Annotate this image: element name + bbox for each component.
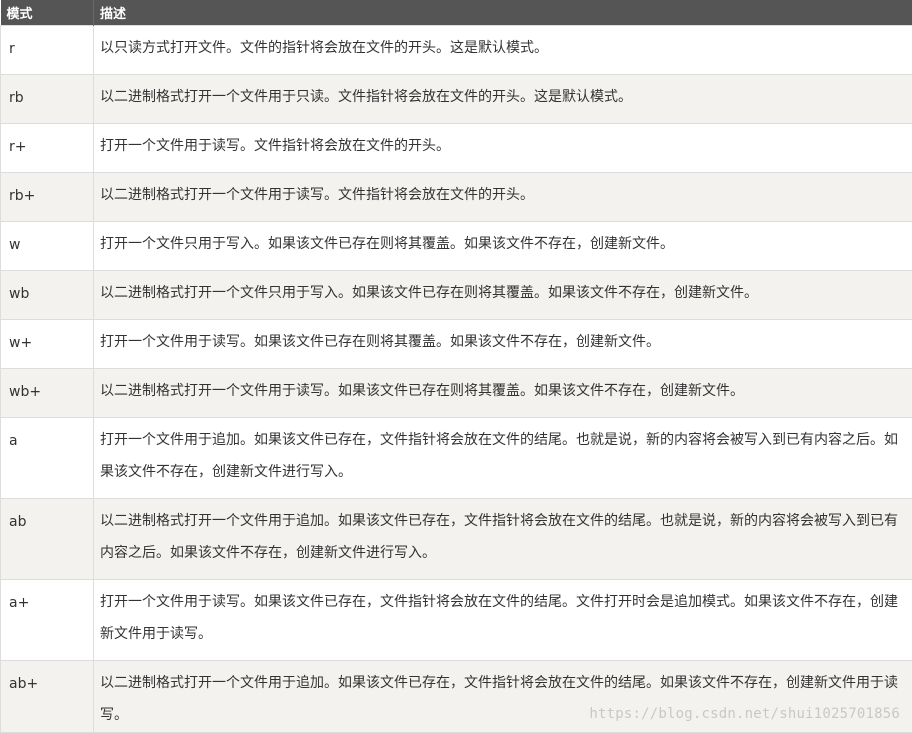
table-row: rb 以二进制格式打开一个文件用于只读。文件指针将会放在文件的开头。这是默认模式… bbox=[1, 75, 912, 124]
mode-cell: r bbox=[1, 26, 94, 75]
watermark: https://blog.csdn.net/shui1025701856 bbox=[589, 706, 900, 722]
description-cell: 以二进制格式打开一个文件用于只读。文件指针将会放在文件的开头。这是默认模式。 bbox=[94, 75, 912, 124]
table-row: rb+ 以二进制格式打开一个文件用于读写。文件指针将会放在文件的开头。 bbox=[1, 173, 912, 222]
header-description: 描述 bbox=[94, 0, 912, 26]
mode-cell: w bbox=[1, 222, 94, 271]
mode-cell: ab bbox=[1, 499, 94, 580]
description-cell: 以二进制格式打开一个文件用于追加。如果该文件已存在，文件指针将会放在文件的结尾。… bbox=[94, 499, 912, 580]
mode-cell: ab+ bbox=[1, 661, 94, 733]
header-row: 模式 描述 bbox=[1, 0, 912, 26]
table-row: r 以只读方式打开文件。文件的指针将会放在文件的开头。这是默认模式。 bbox=[1, 26, 912, 75]
table-row: w 打开一个文件只用于写入。如果该文件已存在则将其覆盖。如果该文件不存在，创建新… bbox=[1, 222, 912, 271]
table-row: wb 以二进制格式打开一个文件只用于写入。如果该文件已存在则将其覆盖。如果该文件… bbox=[1, 271, 912, 320]
table-row: r+ 打开一个文件用于读写。文件指针将会放在文件的开头。 bbox=[1, 124, 912, 173]
description-cell: 打开一个文件用于追加。如果该文件已存在，文件指针将会放在文件的结尾。也就是说，新… bbox=[94, 418, 912, 499]
file-modes-table: 模式 描述 r 以只读方式打开文件。文件的指针将会放在文件的开头。这是默认模式。… bbox=[0, 0, 912, 733]
description-cell: 以二进制格式打开一个文件只用于写入。如果该文件已存在则将其覆盖。如果该文件不存在… bbox=[94, 271, 912, 320]
table-header: 模式 描述 bbox=[1, 0, 912, 26]
table-row: a 打开一个文件用于追加。如果该文件已存在，文件指针将会放在文件的结尾。也就是说… bbox=[1, 418, 912, 499]
table-body: r 以只读方式打开文件。文件的指针将会放在文件的开头。这是默认模式。 rb 以二… bbox=[1, 26, 912, 733]
table-row: ab 以二进制格式打开一个文件用于追加。如果该文件已存在，文件指针将会放在文件的… bbox=[1, 499, 912, 580]
table-row: wb+ 以二进制格式打开一个文件用于读写。如果该文件已存在则将其覆盖。如果该文件… bbox=[1, 369, 912, 418]
mode-cell: a+ bbox=[1, 580, 94, 661]
description-cell: 以二进制格式打开一个文件用于读写。如果该文件已存在则将其覆盖。如果该文件不存在，… bbox=[94, 369, 912, 418]
table-row: w+ 打开一个文件用于读写。如果该文件已存在则将其覆盖。如果该文件不存在，创建新… bbox=[1, 320, 912, 369]
table-row: a+ 打开一个文件用于读写。如果该文件已存在，文件指针将会放在文件的结尾。文件打… bbox=[1, 580, 912, 661]
mode-cell: wb+ bbox=[1, 369, 94, 418]
mode-cell: w+ bbox=[1, 320, 94, 369]
description-cell: 打开一个文件只用于写入。如果该文件已存在则将其覆盖。如果该文件不存在，创建新文件… bbox=[94, 222, 912, 271]
description-cell: 打开一个文件用于读写。文件指针将会放在文件的开头。 bbox=[94, 124, 912, 173]
description-cell: 打开一个文件用于读写。如果该文件已存在则将其覆盖。如果该文件不存在，创建新文件。 bbox=[94, 320, 912, 369]
mode-cell: rb+ bbox=[1, 173, 94, 222]
mode-cell: rb bbox=[1, 75, 94, 124]
description-cell: 以二进制格式打开一个文件用于读写。文件指针将会放在文件的开头。 bbox=[94, 173, 912, 222]
mode-cell: r+ bbox=[1, 124, 94, 173]
mode-cell: a bbox=[1, 418, 94, 499]
header-mode: 模式 bbox=[1, 0, 94, 26]
description-cell: 打开一个文件用于读写。如果该文件已存在，文件指针将会放在文件的结尾。文件打开时会… bbox=[94, 580, 912, 661]
mode-cell: wb bbox=[1, 271, 94, 320]
description-cell: 以只读方式打开文件。文件的指针将会放在文件的开头。这是默认模式。 bbox=[94, 26, 912, 75]
